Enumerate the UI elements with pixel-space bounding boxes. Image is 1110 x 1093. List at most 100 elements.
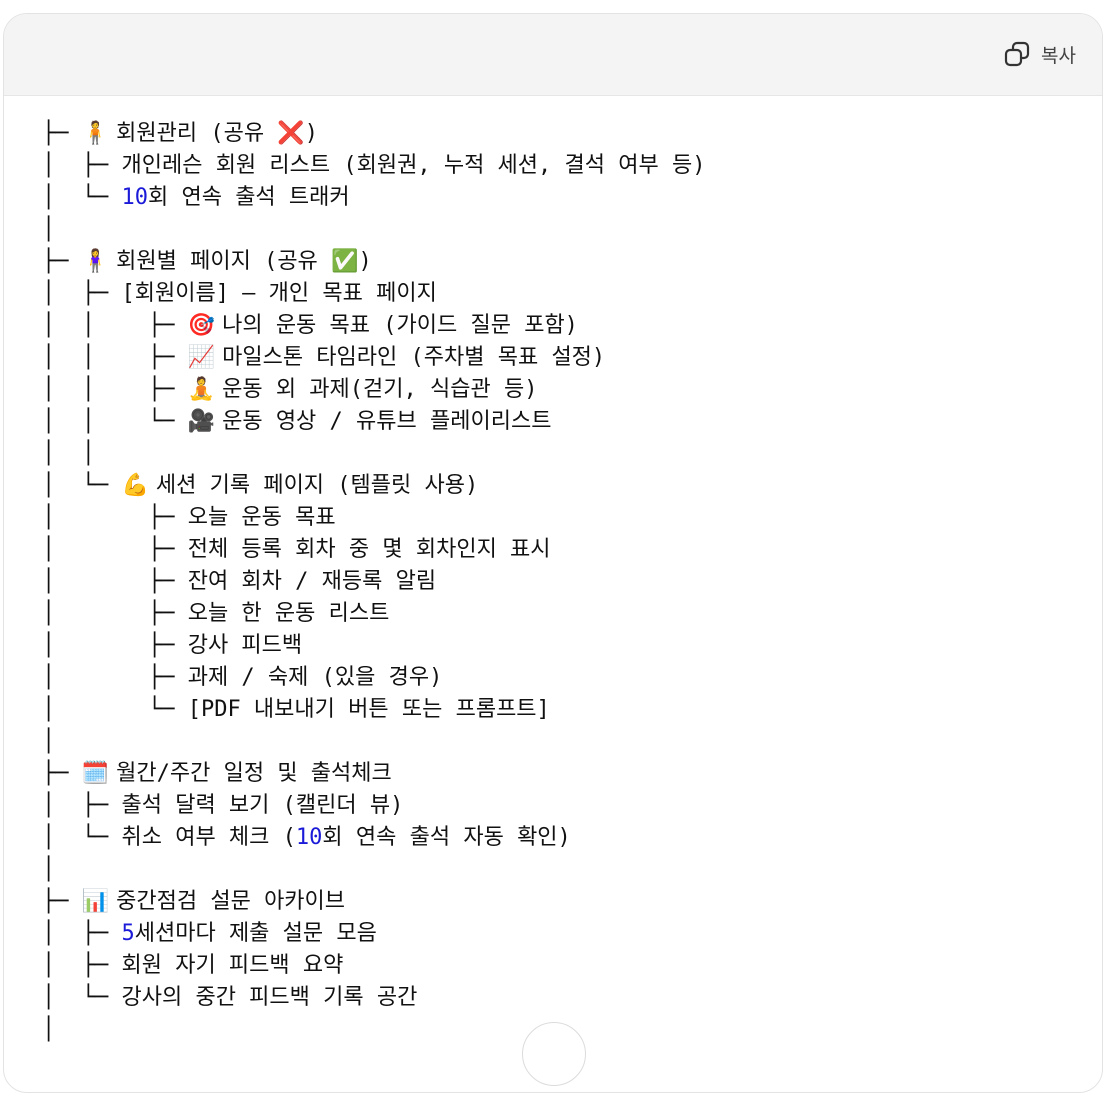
- text-token: 회원 자기 피드백 요약: [121, 953, 344, 978]
- video-camera-icon: 🎥: [187, 409, 223, 434]
- text-token: 회원관리 (공유: [116, 121, 278, 146]
- code-line: │ ├─ 출석 달력 보기 (캘린더 뷰): [42, 790, 705, 822]
- code-line: ├─ 🧍 회원관리 (공유 ❌): [42, 118, 705, 150]
- code-line: │ ├─ [회원이름] – 개인 목표 페이지: [42, 278, 705, 310]
- code-line: │ ├─ 5 세션마다 제출 설문 모음: [42, 918, 705, 950]
- text-token: 회 연속 출석 자동 확인): [322, 825, 571, 850]
- tree-branch: │: [42, 217, 56, 242]
- text-token: 강사의 중간 피드백 기록 공간: [121, 985, 418, 1010]
- code-block-header: 복사: [4, 14, 1102, 96]
- code-line: ├─ 🗓️ 월간/주간 일정 및 출석체크: [42, 758, 705, 790]
- text-token: 운동 영상 / 유튜브 플레이리스트: [222, 409, 552, 434]
- code-line: │ │ ├─ 📈 마일스톤 타임라인 (주차별 목표 설정): [42, 342, 705, 374]
- code-line: │ ├─ 전체 등록 회차 중 몇 회차인지 표시: [42, 534, 705, 566]
- code-line: │ └─ 취소 여부 체크 (10 회 연속 출석 자동 확인): [42, 822, 705, 854]
- text-token: 마일스톤 타임라인 (주차별 목표 설정): [222, 345, 606, 370]
- meditation-icon: 🧘: [187, 377, 223, 402]
- number-token: 10: [295, 825, 323, 850]
- target-icon: 🎯: [187, 313, 223, 338]
- copy-icon: [1003, 40, 1031, 68]
- tree-branch: │ ├─: [42, 601, 188, 626]
- text-token: 오늘 한 운동 리스트: [187, 601, 390, 626]
- tree-branch: │ └─: [42, 473, 122, 498]
- code-line: │ ├─ 회원 자기 피드백 요약: [42, 950, 705, 982]
- code-line: │ ├─ 과제 / 숙제 (있을 경우): [42, 662, 705, 694]
- code-line: │: [42, 1014, 705, 1046]
- muscle-icon: 💪: [121, 473, 156, 498]
- text-token: 운동 외 과제(걷기, 식습관 등): [222, 377, 538, 402]
- tree-branch: │ │: [42, 441, 95, 466]
- text-token: 중간점검 설문 아카이브: [116, 889, 346, 914]
- number-token: 10: [121, 185, 148, 210]
- code-line: │: [42, 214, 705, 246]
- text-token: 잔여 회차 / 재등록 알림: [187, 569, 437, 594]
- tree-branch: │ ├─: [42, 569, 188, 594]
- tree-branch: │ ├─: [42, 633, 188, 658]
- tree-branch: │: [42, 857, 56, 882]
- copy-button[interactable]: 복사: [1003, 40, 1076, 68]
- code-line: │ ├─ 강사 피드백: [42, 630, 705, 662]
- code-content: ├─ 🧍 회원관리 (공유 ❌) │ ├─ 개인레슨 회원 리스트 (회원권, 누…: [42, 118, 705, 1046]
- code-line: │ └─ 💪 세션 기록 페이지 (템플릿 사용): [42, 470, 705, 502]
- text-token: 나의 운동 목표 (가이드 질문 포함): [222, 313, 578, 338]
- text-token: 세션마다 제출 설문 모음: [134, 921, 377, 946]
- text-token: [PDF 내보내기 버튼 또는 프롬프트]: [187, 697, 550, 722]
- tree-branch: │ └─: [42, 697, 188, 722]
- woman-icon: 🧍‍♀️: [81, 249, 117, 274]
- person-icon: 🧍: [81, 121, 117, 146]
- tree-branch: │: [42, 1017, 56, 1042]
- tree-branch: │ └─: [42, 185, 122, 210]
- tree-branch: │ │ └─: [42, 409, 188, 434]
- tree-branch: │ ├─: [42, 793, 122, 818]
- text-token: ): [358, 249, 372, 274]
- text-token: ❌: [277, 121, 305, 146]
- tree-branch: ├─: [42, 249, 82, 274]
- code-line: │ └─ 10 회 연속 출석 트래커: [42, 182, 705, 214]
- tree-branch: │ ├─: [42, 953, 122, 978]
- text-token: ): [304, 121, 318, 146]
- scroll-down-button[interactable]: [522, 1022, 586, 1086]
- tree-branch: │ ├─: [42, 921, 122, 946]
- tree-branch: │: [42, 729, 56, 754]
- code-line: │ │: [42, 438, 705, 470]
- text-token: 전체 등록 회차 중 몇 회차인지 표시: [187, 537, 551, 562]
- text-token: [회원이름] – 개인 목표 페이지: [121, 281, 437, 306]
- tree-branch: │ └─: [42, 985, 122, 1010]
- bar-chart-icon: 📊: [81, 889, 117, 914]
- text-token: 오늘 운동 목표: [187, 505, 336, 530]
- text-token: 과제 / 숙제 (있을 경우): [187, 665, 443, 690]
- code-line: │ ├─ 오늘 한 운동 리스트: [42, 598, 705, 630]
- copy-button-label: 복사: [1041, 44, 1076, 67]
- code-line: │: [42, 726, 705, 758]
- tree-branch: │ ├─: [42, 153, 122, 178]
- text-token: 강사 피드백: [187, 633, 303, 658]
- code-line: │ │ └─ 🎥 운동 영상 / 유튜브 플레이리스트: [42, 406, 705, 438]
- text-token: 출석 달력 보기 (캘린더 뷰): [121, 793, 404, 818]
- tree-branch: │ │ ├─: [42, 345, 188, 370]
- tree-branch: ├─: [42, 889, 82, 914]
- text-token: 월간/주간 일정 및 출석체크: [116, 761, 392, 786]
- tree-branch: │ │ ├─: [42, 377, 188, 402]
- tree-branch: │ ├─: [42, 281, 122, 306]
- code-line: ├─ 🧍‍♀️ 회원별 페이지 (공유 ✅): [42, 246, 705, 278]
- text-token: 취소 여부 체크 (: [121, 825, 296, 850]
- code-line: │: [42, 854, 705, 886]
- tree-branch: │ └─: [42, 825, 122, 850]
- code-line: │ ├─ 개인레슨 회원 리스트 (회원권, 누적 세션, 결석 여부 등): [42, 150, 705, 182]
- code-line: ├─ 📊 중간점검 설문 아카이브: [42, 886, 705, 918]
- tree-branch: │ │ ├─: [42, 313, 188, 338]
- text-token: 세션 기록 페이지 (템플릿 사용): [155, 473, 479, 498]
- code-block-card: 복사 ├─ 🧍 회원관리 (공유 ❌) │ ├─ 개인레슨 회원 리스트 (회원권…: [3, 13, 1103, 1093]
- text-token: 회 연속 출석 트래커: [147, 185, 350, 210]
- tree-branch: ├─: [42, 121, 82, 146]
- tree-branch: │ ├─: [42, 665, 188, 690]
- tree-branch: │ ├─: [42, 505, 188, 530]
- code-line: │ └─ 강사의 중간 피드백 기록 공간: [42, 982, 705, 1014]
- number-token: 5: [121, 921, 135, 946]
- text-token: 개인레슨 회원 리스트 (회원권, 누적 세션, 결석 여부 등): [121, 153, 706, 178]
- text-token: 회원별 페이지 (공유: [116, 249, 332, 274]
- code-line: │ ├─ 잔여 회차 / 재등록 알림: [42, 566, 705, 598]
- code-line: │ │ ├─ 🎯 나의 운동 목표 (가이드 질문 포함): [42, 310, 705, 342]
- text-token: ✅: [331, 249, 359, 274]
- code-line: │ └─ [PDF 내보내기 버튼 또는 프롬프트]: [42, 694, 705, 726]
